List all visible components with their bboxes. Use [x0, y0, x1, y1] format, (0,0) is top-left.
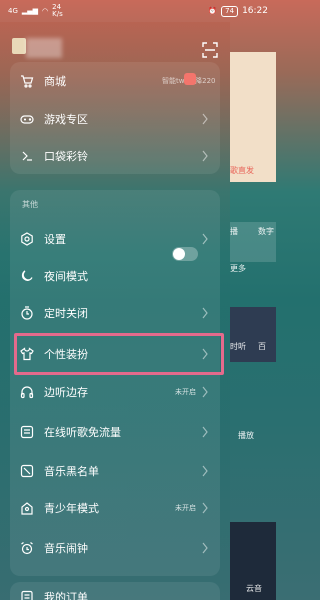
background-app-peek — [230, 22, 276, 600]
toggle-knob — [173, 248, 185, 260]
alarm-clock-icon — [20, 541, 34, 555]
bg-label: 百 — [258, 342, 266, 351]
chevron-right-icon — [202, 386, 208, 398]
status-text: 未开启 — [175, 388, 196, 396]
settings-icon — [20, 232, 34, 246]
menu-label: 边听边存 — [44, 386, 88, 399]
menu-item-mall[interactable]: 商城 — [20, 68, 220, 94]
chevron-right-icon — [202, 542, 208, 554]
status-bar: 4G ▂▄▆ ◠ 24 K/s ⏰ 74 16:22 — [0, 0, 276, 22]
chevron-right-icon — [202, 113, 208, 125]
section-title: 其他 — [22, 200, 38, 209]
menu-label: 在线听歌免流量 — [44, 426, 121, 439]
battery-indicator: 74 — [221, 5, 239, 17]
menu-item-blacklist[interactable]: 音乐黑名单 — [20, 458, 220, 484]
clock: 16:22 — [242, 6, 268, 16]
menu-label: 口袋彩铃 — [44, 150, 88, 163]
network-indicator: 4G — [8, 7, 18, 15]
chevron-right-icon — [202, 502, 208, 514]
menu-item-ringtone[interactable]: 口袋彩铃 — [20, 143, 220, 169]
chevron-right-icon — [202, 150, 208, 162]
bg-label: 数字 — [258, 227, 274, 236]
menu-label: 商城 — [44, 75, 66, 88]
menu-label: 音乐闹钟 — [44, 542, 88, 555]
menu-item-listen-save[interactable]: 边听边存 未开启 — [20, 379, 220, 405]
wifi-icon: ◠ — [42, 7, 49, 15]
night-mode-toggle[interactable] — [172, 247, 198, 261]
orders-icon — [20, 590, 34, 600]
status-text: 未开启 — [175, 504, 196, 512]
chevron-right-icon — [202, 465, 208, 477]
menu-label: 我的订单 — [44, 591, 88, 600]
bg-label: 播 — [230, 227, 238, 236]
chevron-right-icon — [202, 307, 208, 319]
menu-label: 青少年模式 — [44, 502, 99, 515]
highlight-box — [14, 333, 224, 375]
bg-label: 时听 — [230, 342, 246, 351]
moon-icon — [20, 269, 34, 283]
menu-item-teen-mode[interactable]: 青少年模式 未开启 — [20, 495, 220, 521]
cart-icon — [20, 74, 34, 88]
menu-item-night-mode[interactable]: 夜间模式 — [20, 263, 220, 289]
chevron-right-icon — [202, 233, 208, 245]
menu-label: 音乐黑名单 — [44, 465, 99, 478]
free-data-icon — [20, 425, 34, 439]
ringtone-icon — [20, 149, 34, 163]
bg-label: 歌直发 — [230, 166, 254, 175]
menu-label: 定时关闭 — [44, 307, 88, 320]
menu-label: 夜间模式 — [44, 270, 88, 283]
scan-icon[interactable] — [202, 42, 218, 58]
timer-icon — [20, 306, 34, 320]
menu-label: 设置 — [44, 233, 66, 246]
headphones-icon — [20, 385, 34, 399]
avatar[interactable] — [12, 38, 26, 54]
bg-label: 播放 — [238, 431, 254, 440]
blacklist-icon — [20, 464, 34, 478]
menu-item-timer-off[interactable]: 定时关闭 — [20, 300, 220, 326]
menu-item-alarm[interactable]: 音乐闹钟 — [20, 535, 220, 561]
menu-item-orders[interactable]: 我的订单 — [20, 584, 220, 600]
alarm-icon: ⏰ — [208, 7, 218, 15]
bg-label: 更多 — [230, 264, 246, 273]
teen-mode-icon — [20, 501, 34, 515]
menu-label: 游戏专区 — [44, 113, 88, 126]
signal-icon: ▂▄▆ — [21, 7, 39, 15]
chevron-right-icon — [202, 426, 208, 438]
menu-item-games[interactable]: 游戏专区 — [20, 106, 220, 132]
gamepad-icon — [20, 112, 34, 126]
speed-indicator: 24 K/s — [52, 3, 63, 18]
bg-label: 云音 — [246, 584, 262, 593]
menu-item-free-data[interactable]: 在线听歌免流量 — [20, 419, 220, 445]
username-redacted — [26, 38, 62, 58]
